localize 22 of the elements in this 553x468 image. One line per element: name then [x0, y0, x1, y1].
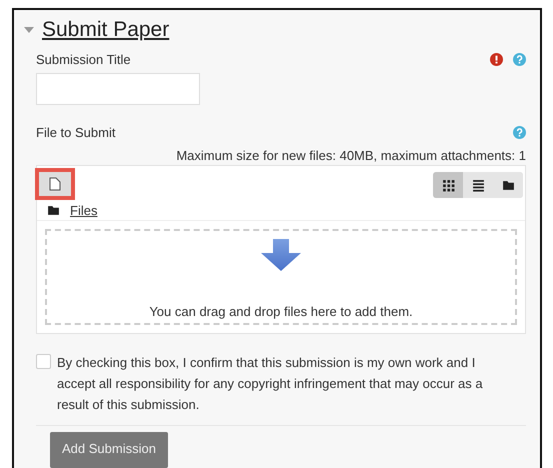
folder-link[interactable]: Files	[70, 203, 98, 218]
add-file-button[interactable]	[35, 168, 75, 200]
collapse-caret-icon[interactable]	[24, 26, 34, 34]
folder-icon	[47, 204, 60, 217]
upload-limits-text: Maximum size for new files: 40MB, maximum attachments: 1	[175, 148, 526, 163]
list-icon	[472, 178, 484, 192]
help-icon[interactable]	[513, 126, 526, 139]
help-icon[interactable]	[513, 53, 526, 66]
confirm-checkbox[interactable]	[36, 354, 51, 369]
title-input-field[interactable]	[36, 73, 200, 105]
file-icon	[49, 177, 61, 191]
field-label: Submission Title	[36, 52, 131, 67]
confirm-statement: By checking this box, I confirm that this submission is my own work and I accept all responsibility for any copyright infringement that may occur as a result of this submission.	[57, 354, 484, 414]
down-arrow-icon	[261, 239, 301, 271]
grid-icon	[442, 178, 454, 192]
view-toggle-button[interactable]	[433, 172, 463, 198]
section-title: Submit Paper	[42, 18, 170, 42]
drop-hint: You can drag and drop files here to add them.	[149, 304, 413, 319]
drop-zone[interactable]: You can drag and drop files here to add them.	[45, 229, 517, 325]
folder-icon	[502, 178, 514, 192]
field-label: File to Submit	[36, 125, 116, 140]
add-submission-button[interactable]: Add Submission	[50, 432, 168, 468]
